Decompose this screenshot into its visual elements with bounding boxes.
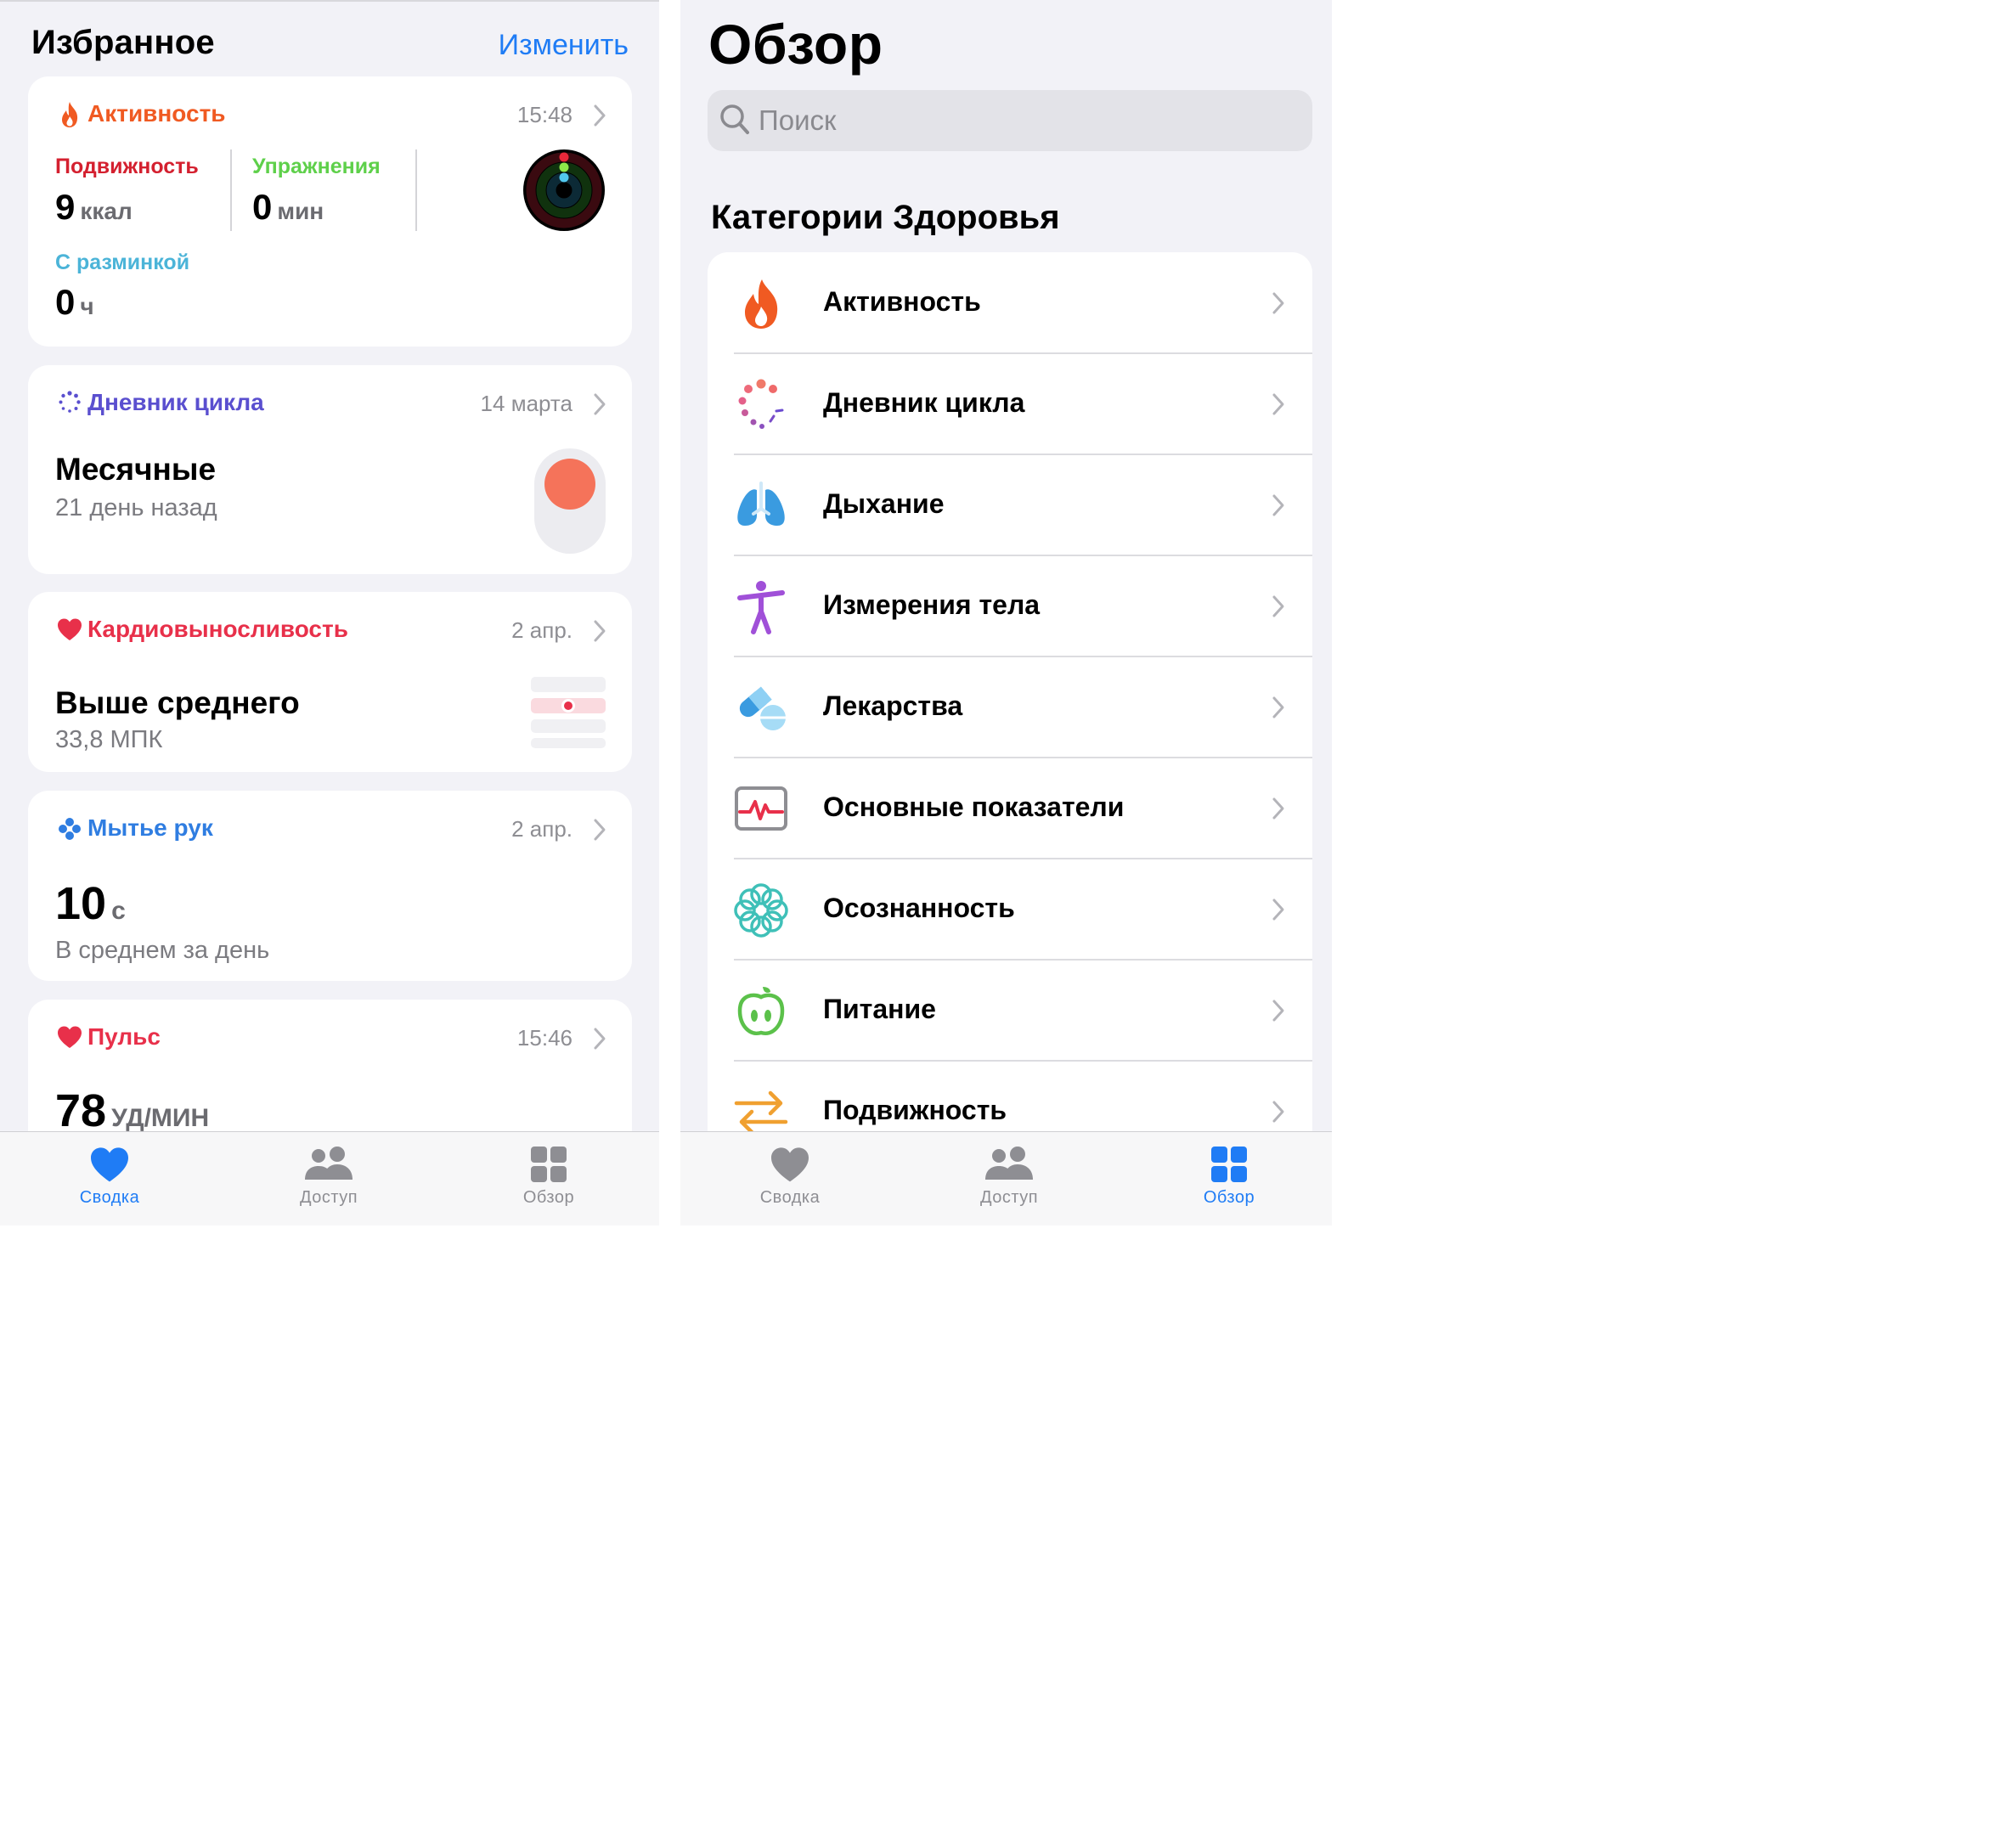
categories-title: Категории Здоровья bbox=[711, 199, 1060, 236]
tab-bar: Сводка Доступ Обзор bbox=[0, 1131, 659, 1225]
cycle-tracking-card[interactable]: Дневник цикла 14 марта Месячные 21 день … bbox=[28, 365, 632, 574]
cycle-tracking-icon bbox=[738, 379, 784, 429]
handwashing-card[interactable]: Мытье рук 2 апр. 10 с В среднем за день bbox=[28, 791, 632, 981]
category-vitals[interactable]: Основные показатели bbox=[708, 758, 1312, 859]
chevron-right-icon bbox=[1272, 1101, 1284, 1123]
chevron-right-icon bbox=[594, 620, 606, 642]
cardio-main-text: Выше среднего bbox=[55, 685, 300, 720]
activity-title: Активность bbox=[87, 100, 226, 127]
chevron-right-icon bbox=[594, 819, 606, 841]
tab-browse[interactable]: Обзор bbox=[1161, 1146, 1297, 1208]
category-medications[interactable]: Лекарства bbox=[708, 656, 1312, 758]
search-placeholder: Поиск bbox=[759, 104, 837, 136]
activity-card[interactable]: Активность 15:48 Подвижность 9 ккал Упраж… bbox=[28, 76, 632, 346]
flame-icon bbox=[62, 102, 78, 127]
divider bbox=[415, 149, 417, 231]
cardio-sub-text: 33,8 МПК bbox=[55, 726, 163, 753]
category-respiratory[interactable]: Дыхание bbox=[708, 454, 1312, 556]
grid-tab-icon bbox=[1211, 1147, 1247, 1182]
cardio-fitness-card[interactable]: Кардиовыносливость 2 апр. Выше среднего … bbox=[28, 592, 632, 772]
people-tab-icon bbox=[305, 1147, 353, 1180]
grid-tab-icon bbox=[531, 1147, 567, 1182]
chevron-right-icon bbox=[1272, 292, 1284, 314]
heart-tab-icon bbox=[771, 1147, 809, 1182]
heart-rate-title: Пульс bbox=[87, 1023, 161, 1050]
flame-icon bbox=[745, 279, 778, 329]
health-categories-list: Активность Дневник цикла Дыхание Измерен… bbox=[708, 252, 1312, 1186]
chevron-right-icon bbox=[1272, 494, 1284, 516]
cycle-card-header: Дневник цикла 14 марта bbox=[57, 387, 606, 421]
category-cycle-tracking[interactable]: Дневник цикла bbox=[708, 353, 1312, 455]
apple-icon bbox=[737, 987, 785, 1035]
chevron-right-icon bbox=[594, 104, 606, 127]
handwashing-sub-text: В среднем за день bbox=[55, 937, 270, 964]
heart-rate-card-header: Пульс 15:46 bbox=[57, 1022, 606, 1056]
chevron-right-icon bbox=[594, 393, 606, 415]
people-tab-icon bbox=[985, 1147, 1033, 1180]
tab-bar: Сводка Доступ Обзор bbox=[680, 1131, 1332, 1225]
handwashing-title: Мытье рук bbox=[87, 814, 213, 841]
cardio-title: Кардиовыносливость bbox=[87, 616, 348, 642]
exercise-label: Упражнения bbox=[252, 155, 381, 178]
heart-tab-icon bbox=[91, 1147, 128, 1182]
chevron-right-icon bbox=[1272, 899, 1284, 921]
search-icon bbox=[720, 104, 749, 134]
tab-summary[interactable]: Сводка bbox=[722, 1146, 858, 1208]
cardio-card-header: Кардиовыносливость 2 апр. bbox=[57, 614, 606, 648]
heart-icon bbox=[58, 1026, 82, 1048]
cycle-sub-text: 21 день назад bbox=[55, 494, 217, 521]
period-indicator bbox=[534, 448, 606, 554]
tab-sharing[interactable]: Доступ bbox=[261, 1146, 397, 1208]
page-title: Обзор bbox=[708, 13, 883, 76]
activity-rings-icon bbox=[523, 149, 605, 231]
search-input[interactable]: Поиск bbox=[708, 90, 1312, 151]
cycle-main-text: Месячные bbox=[55, 452, 217, 487]
move-value: 9 ккал bbox=[55, 187, 133, 227]
lungs-icon bbox=[737, 482, 785, 526]
heart-rate-time: 15:46 bbox=[516, 1025, 573, 1051]
cycle-title: Дневник цикла bbox=[87, 389, 264, 415]
category-mindfulness[interactable]: Осознанность bbox=[708, 859, 1312, 961]
mindfulness-icon bbox=[734, 883, 788, 938]
figure-icon bbox=[737, 581, 785, 634]
tab-sharing[interactable]: Доступ bbox=[941, 1146, 1077, 1208]
chevron-right-icon bbox=[1272, 1000, 1284, 1022]
favorites-title: Избранное bbox=[31, 24, 215, 61]
category-nutrition[interactable]: Питание bbox=[708, 960, 1312, 1062]
handwashing-value: 10 с bbox=[55, 878, 126, 929]
summary-screen: Избранное Изменить Активность 15:48 Подв… bbox=[0, 0, 659, 1225]
browse-screen: Обзор Поиск Категории Здоровья Активност… bbox=[680, 0, 1332, 1225]
chevron-right-icon bbox=[1272, 595, 1284, 617]
category-body-measurements[interactable]: Измерения тела bbox=[708, 555, 1312, 657]
stand-label: С разминкой bbox=[55, 251, 190, 274]
cardio-level-chart-icon bbox=[531, 677, 606, 748]
handwashing-card-header: Мытье рук 2 апр. bbox=[57, 813, 606, 847]
heart-rate-card[interactable]: Пульс 15:46 78 УД/МИН bbox=[28, 1000, 632, 1152]
chevron-right-icon bbox=[1272, 393, 1284, 415]
chevron-right-icon bbox=[594, 1028, 606, 1050]
handwashing-date: 2 апр. bbox=[511, 816, 573, 842]
stand-value: 0ч bbox=[55, 282, 94, 322]
favorites-header: Избранное Изменить bbox=[31, 24, 629, 68]
edit-button[interactable]: Изменить bbox=[499, 29, 629, 62]
chevron-right-icon bbox=[1272, 696, 1284, 718]
cardio-date: 2 апр. bbox=[511, 617, 573, 643]
tab-browse[interactable]: Обзор bbox=[481, 1146, 617, 1208]
cycle-date: 14 марта bbox=[480, 391, 573, 416]
divider bbox=[230, 149, 232, 231]
cycle-tracking-icon bbox=[59, 391, 81, 413]
period-dot bbox=[544, 459, 595, 510]
exercise-value: 0 мин bbox=[252, 187, 324, 227]
heart-rate-value: 78 УД/МИН bbox=[55, 1085, 210, 1136]
handwashing-icon bbox=[59, 818, 81, 840]
activity-card-header: Активность 15:48 bbox=[57, 99, 606, 132]
pills-icon bbox=[739, 686, 786, 730]
category-activity[interactable]: Активность bbox=[708, 252, 1312, 354]
activity-time: 15:48 bbox=[516, 102, 573, 127]
heart-icon bbox=[58, 618, 82, 640]
tab-summary[interactable]: Сводка bbox=[42, 1146, 178, 1208]
move-label: Подвижность bbox=[55, 155, 199, 178]
chevron-right-icon bbox=[1272, 797, 1284, 820]
vitals-icon bbox=[735, 786, 787, 831]
